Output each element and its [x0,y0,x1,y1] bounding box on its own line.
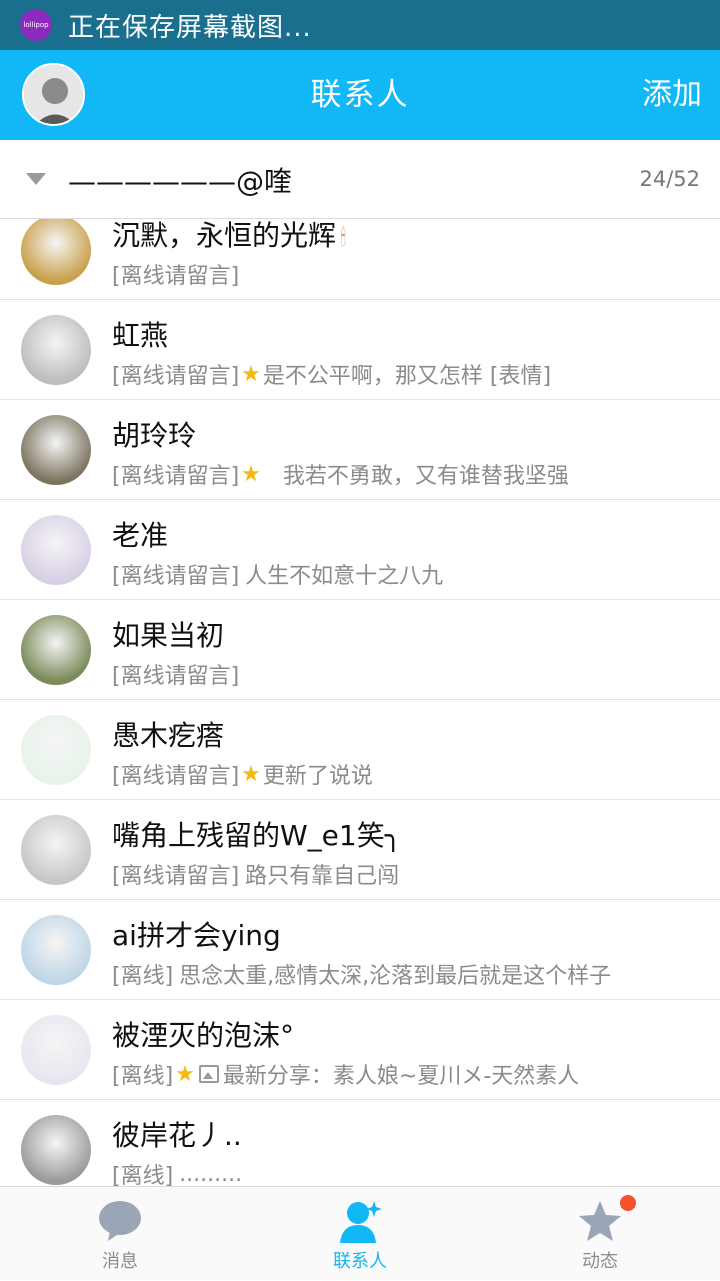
contact-name-text: 嘴角上残留的W_e1笑╮ [112,819,402,852]
online-status: [离线请留言] [112,864,240,889]
contact-avatar[interactable] [21,615,91,685]
contact-row[interactable]: 彼岸花丿.. [离线]......... [0,1100,720,1186]
contact-avatar[interactable] [21,515,91,585]
contact-status-line: [离线请留言] 人生不如意十之八九 [112,558,708,590]
status-bar: lollipop 正在保存屏幕截图... [0,0,720,50]
tab-contacts-label: 联系人 [333,1251,387,1272]
chevron-down-icon [26,173,46,185]
contact-status-line: [离线请留言] ★ 我若不勇敢，又有谁替我坚强 [112,458,708,490]
contact-row[interactable]: 嘴角上残留的W_e1笑╮ [离线请留言] 路只有靠自己闯 [0,800,720,900]
contact-name: 老准 [112,514,168,554]
contact-name: 虹燕 [112,314,168,354]
contacts-person-icon [340,1201,382,1243]
contact-name-text: 如果当初 [112,619,225,652]
contact-row[interactable]: 被湮灭的泡沫° [离线] ★ 最新分享：素人娘~夏川メ-天然素人 [0,1000,720,1100]
contact-name: ai拼才会ying [112,914,281,954]
star-icon: ★ [241,461,261,487]
contact-avatar[interactable] [21,1115,91,1185]
contact-list[interactable]: 沉默，永恒的光辉 🕯 [离线请留言] 虹燕 [离线请留言] ★ 是不公平啊，那又怎样 [表情… [0,219,720,1186]
group-count: 24/52 [639,167,700,191]
contact-status-line: [离线请留言] [112,258,708,290]
bottom-tab-bar: 消息 联系人 动态 [0,1186,720,1280]
contact-row[interactable]: 老准 [离线请留言] 人生不如意十之八九 [0,500,720,600]
contact-name: 沉默，永恒的光辉 🕯 [112,219,346,254]
title-bar: 联系人 添加 [0,50,720,140]
lollipop-app-icon: lollipop [20,9,52,41]
contact-name-text: ai拼才会ying [112,919,281,952]
contact-row[interactable]: 愚木疙瘩 [离线请留言] ★ 更新了说说 [0,700,720,800]
signature-text: 思念太重,感情太深,沦落到最后就是这个样子 [179,964,612,989]
online-status: [离线] [112,1164,174,1186]
contact-avatar[interactable] [21,715,91,785]
contact-status-line: [离线请留言] ★ 更新了说说 [112,758,708,790]
contact-row[interactable]: 胡玲玲 [离线请留言] ★ 我若不勇敢，又有谁替我坚强 [0,400,720,500]
signature-text: 最新分享：素人娘~夏川メ-天然素人 [222,1064,580,1089]
signature-text: 更新了说说 [262,764,373,789]
contact-name: 如果当初 [112,614,224,654]
contact-name: 愚木疙瘩 [112,714,224,754]
online-status: [离线请留言] [112,564,240,589]
signature-text: 人生不如意十之八九 [245,564,444,589]
contact-name-text: 老准 [112,519,169,552]
contact-name: 胡玲玲 [112,414,196,454]
tab-messages-label: 消息 [102,1251,138,1272]
contact-avatar[interactable] [21,219,91,285]
tab-messages[interactable]: 消息 [0,1187,240,1281]
contact-avatar[interactable] [21,1015,91,1085]
contact-avatar[interactable] [21,315,91,385]
screenshot-notification: 正在保存屏幕截图... [68,12,312,43]
contact-name-text: 沉默，永恒的光辉 [112,219,337,252]
group-header[interactable]: ——————@喹 24/52 [0,140,720,219]
online-status: [离线请留言] [112,364,240,389]
contact-status-line: [离线] 思念太重,感情太深,沦落到最后就是这个样子 [112,958,708,990]
contact-avatar[interactable] [21,915,91,985]
contact-name: 彼岸花丿.. [112,1114,242,1154]
tab-contacts[interactable]: 联系人 [240,1187,480,1281]
signature-text: 路只有靠自己闯 [245,864,400,889]
online-status: [离线请留言] [112,764,240,789]
contact-name-text: 愚木疙瘩 [112,719,225,752]
contact-name-text: 被湮灭的泡沫° [112,1019,295,1052]
online-status: [离线] [112,964,174,989]
signature-text: 我若不勇敢，又有谁替我坚强 [282,464,569,489]
image-icon [198,1065,219,1083]
star-icon: ★ [241,761,261,787]
contact-avatar[interactable] [21,415,91,485]
contact-avatar[interactable] [21,815,91,885]
signature-text: 是不公平啊，那又怎样 [表情] [262,364,552,389]
tab-feed[interactable]: 动态 [480,1187,720,1281]
contact-row[interactable]: 如果当初 [离线请留言] [0,600,720,700]
contact-name-text: 胡玲玲 [112,419,197,452]
contact-row[interactable]: 沉默，永恒的光辉 🕯 [离线请留言] [0,219,720,300]
online-status: [离线请留言] [112,664,240,689]
star-icon: ★ [175,1061,195,1087]
contact-name-text: 彼岸花丿.. [112,1119,242,1152]
page-title: 联系人 [310,77,410,113]
contact-name-text: 虹燕 [112,319,169,352]
contact-status-line: [离线请留言] ★ 是不公平啊，那又怎样 [表情] [112,358,708,390]
contact-row[interactable]: ai拼才会ying [离线] 思念太重,感情太深,沦落到最后就是这个样子 [0,900,720,1000]
online-status: [离线] [112,1064,174,1089]
signature-text: ......... [179,1161,243,1187]
torch-icon: 🕯 [340,226,347,251]
group-name: ——————@喹 [68,165,293,198]
online-status: [离线请留言] [112,264,240,289]
add-contact-button[interactable]: 添加 [642,50,702,140]
contact-status-line: [离线]......... [112,1158,708,1187]
contact-status-line: [离线请留言] [112,658,708,690]
contact-name: 被湮灭的泡沫° [112,1014,294,1054]
contact-name: 嘴角上残留的W_e1笑╮ [112,814,402,854]
notification-badge [620,1195,636,1211]
online-status: [离线请留言] [112,464,240,489]
message-bubble-icon [99,1201,141,1241]
tab-feed-label: 动态 [582,1251,618,1272]
star-icon: ★ [241,361,261,387]
contact-row[interactable]: 虹燕 [离线请留言] ★ 是不公平啊，那又怎样 [表情] [0,300,720,400]
star-feed-icon [579,1201,621,1241]
contact-status-line: [离线] ★ 最新分享：素人娘~夏川メ-天然素人 [112,1058,708,1090]
contact-status-line: [离线请留言] 路只有靠自己闯 [112,858,708,890]
